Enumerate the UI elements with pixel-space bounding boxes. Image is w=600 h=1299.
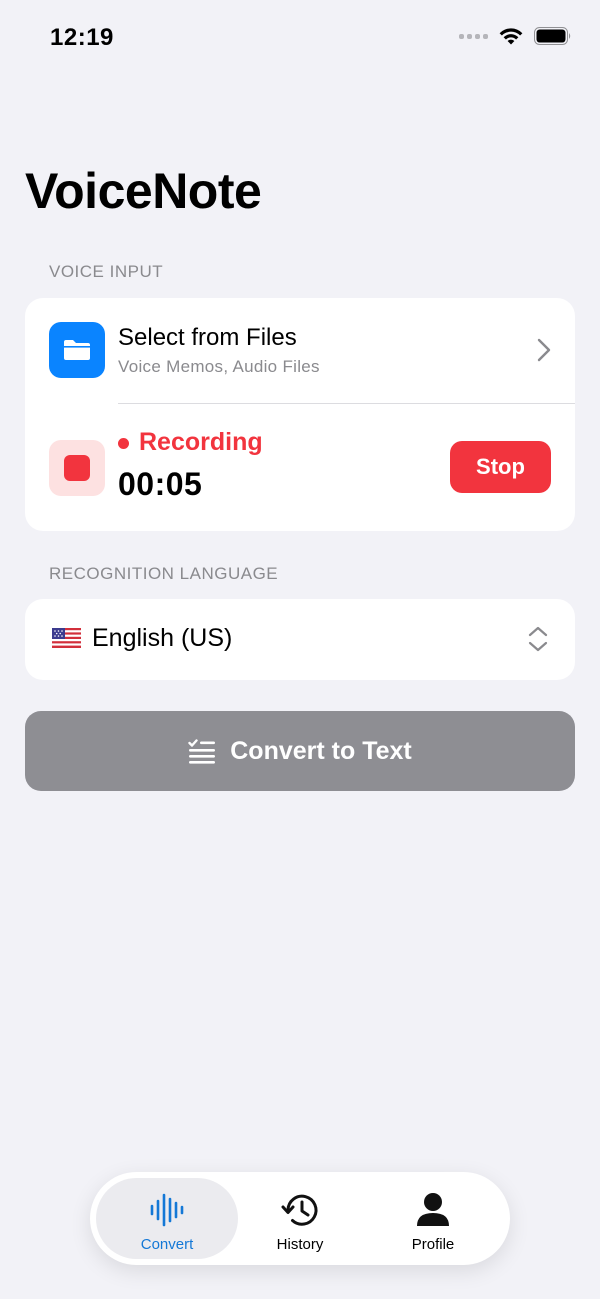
tab-convert-label: Convert [140,1236,194,1253]
status-indicators [459,26,572,46]
voice-input-card: Select from Files Voice Memos, Audio Fil… [25,298,575,531]
clock-history-icon [280,1190,320,1230]
convert-button-label: Convert to Text [230,736,412,765]
folder-icon [49,322,105,378]
stop-button[interactable]: Stop [450,441,551,493]
screen: 12:19 VoiceNote VOICE INPUT Select from … [0,0,600,1299]
recording-dot-icon [118,438,129,449]
cellular-signal-icon [459,33,488,39]
tab-profile-label: Profile [411,1236,455,1253]
row-divider [118,403,575,404]
files-row-title: Select from Files [118,324,297,351]
battery-icon [534,27,571,45]
select-from-files-row[interactable]: Select from Files Voice Memos, Audio Fil… [25,298,575,403]
tab-convert[interactable]: Convert [96,1178,238,1259]
status-time: 12:19 [50,24,114,51]
stop-square-icon [49,440,105,496]
recording-timer: 00:05 [118,466,203,502]
text-checklist-icon [188,739,216,764]
files-row-subtitle: Voice Memos, Audio Files [118,357,320,376]
chevron-right-icon [537,338,551,362]
chevron-up-down-icon [528,626,548,652]
tab-history[interactable]: History [229,1178,371,1259]
recording-status: Recording [139,428,263,456]
page-title: VoiceNote [25,163,262,219]
convert-to-text-button[interactable]: Convert to Text [25,711,575,791]
wifi-icon [499,28,523,45]
language-picker[interactable]: English (US) [25,599,575,680]
voice-input-section-label: VOICE INPUT [49,262,164,281]
tab-profile[interactable]: Profile [362,1178,504,1259]
selected-language: English (US) [92,624,233,652]
person-icon [416,1190,450,1230]
tab-bar: Convert History Profile [90,1172,510,1265]
waveform-icon [149,1190,185,1230]
language-section-label: RECOGNITION LANGUAGE [49,564,279,583]
us-flag-icon [52,628,81,648]
tab-history-label: History [276,1236,324,1253]
